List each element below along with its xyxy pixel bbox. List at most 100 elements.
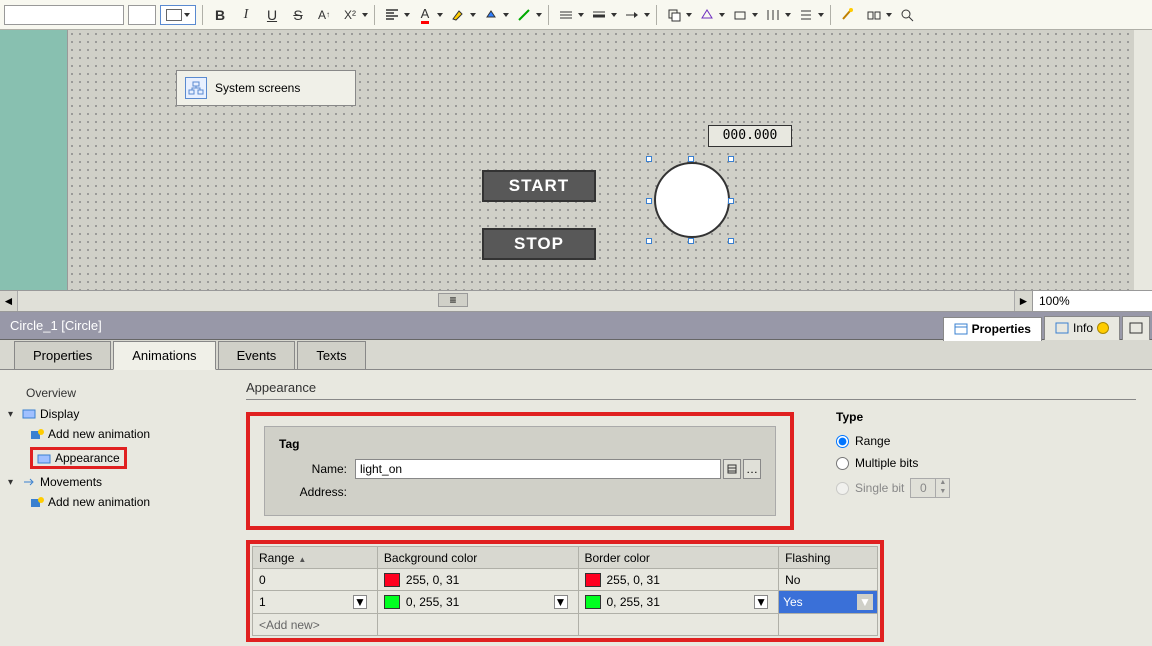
fill-color-button[interactable] <box>480 4 502 26</box>
tag-list-button[interactable] <box>723 459 741 479</box>
appearance-table-highlight: Range Background color Border color Flas… <box>246 540 884 642</box>
line-color-button[interactable] <box>513 4 535 26</box>
table-row[interactable]: 0 255, 0, 31 255, 0, 31 No <box>253 569 878 591</box>
object-title-bar: Circle_1 [Circle] Properties Info <box>0 312 1152 340</box>
tree-add-animation-1[interactable]: Add new animation <box>30 424 222 444</box>
layer-button[interactable] <box>663 4 685 26</box>
selection-handle[interactable] <box>646 156 652 162</box>
screens-icon <box>185 77 207 99</box>
table-row[interactable]: 1▼ 0, 255, 31▼ 0, 255, 31▼ Yes▼ <box>253 591 878 614</box>
tag-browse-button[interactable]: … <box>743 459 761 479</box>
col-range[interactable]: Range <box>253 547 378 569</box>
collapse-icon[interactable]: ▾ <box>8 477 18 488</box>
font-style-button[interactable]: X² <box>339 4 361 26</box>
type-range-option[interactable]: Range <box>836 434 950 448</box>
group-button[interactable] <box>863 4 885 26</box>
dropdown-icon[interactable]: ▼ <box>857 594 873 610</box>
dropdown-icon <box>184 13 190 17</box>
appearance-table[interactable]: Range Background color Border color Flas… <box>252 546 878 636</box>
single-bit-spinner: ▲▼ <box>910 478 950 498</box>
find-button[interactable] <box>896 4 918 26</box>
font-name-combo[interactable] <box>4 5 124 25</box>
selection-handle[interactable] <box>728 156 734 162</box>
arrange-button[interactable] <box>729 4 751 26</box>
font-increase-button[interactable]: A↑ <box>313 4 335 26</box>
start-button[interactable]: START <box>482 170 596 202</box>
tag-group-title: Tag <box>279 437 761 451</box>
zoom-combo[interactable] <box>1032 291 1152 311</box>
selection-handle[interactable] <box>688 156 694 162</box>
inspector-tab-properties[interactable]: Properties <box>943 317 1042 341</box>
type-multiple-bits-radio[interactable] <box>836 457 849 470</box>
subtab-events[interactable]: Events <box>218 341 296 369</box>
bold-button[interactable]: B <box>209 4 231 26</box>
col-flash[interactable]: Flashing <box>779 547 878 569</box>
col-bg[interactable]: Background color <box>377 547 578 569</box>
format-toolbar: B I U S A↑ X² A <box>0 0 1152 30</box>
section-title: Appearance <box>246 380 1136 395</box>
scroll-left-icon[interactable]: ◄ <box>0 291 18 311</box>
tree-display[interactable]: ▾ Display <box>8 404 222 424</box>
tree-movements[interactable]: ▾ Movements <box>8 472 222 492</box>
design-canvas[interactable]: System screens 000.000 START STOP <box>68 30 1134 290</box>
tag-name-label: Name: <box>279 462 355 476</box>
tree-add-animation-2[interactable]: Add new animation <box>30 492 222 512</box>
selection-handle[interactable] <box>728 198 734 204</box>
table-add-new-row[interactable]: <Add new> <box>253 614 878 636</box>
shadow-button[interactable] <box>696 4 718 26</box>
circle-object[interactable] <box>654 162 730 238</box>
movements-icon <box>22 476 36 488</box>
type-range-radio[interactable] <box>836 435 849 448</box>
dropdown-icon[interactable]: ▼ <box>353 595 367 609</box>
stop-button[interactable]: STOP <box>482 228 596 260</box>
highlight-button[interactable] <box>447 4 469 26</box>
color-swatch-icon <box>384 595 400 609</box>
add-icon <box>30 428 44 440</box>
type-group: Type Range Multiple bits Single bit ▲▼ <box>836 410 950 506</box>
selection-handle[interactable] <box>646 238 652 244</box>
subtab-properties[interactable]: Properties <box>14 341 111 369</box>
font-size-combo[interactable] <box>128 5 156 25</box>
col-border[interactable]: Border color <box>578 547 779 569</box>
inspector-tab-info[interactable]: Info <box>1044 316 1120 340</box>
line-end-button[interactable] <box>621 4 643 26</box>
tag-name-input[interactable] <box>355 459 721 479</box>
zoom-input[interactable] <box>1039 294 1099 308</box>
info-icon <box>1055 322 1069 334</box>
subtab-animations[interactable]: Animations <box>113 341 215 370</box>
tree-appearance[interactable]: Appearance <box>30 444 222 472</box>
text-color-button[interactable]: A <box>414 4 436 26</box>
color-picker[interactable] <box>160 5 196 25</box>
color-swatch-icon <box>166 9 182 21</box>
scroll-thumb[interactable]: ≡ <box>438 293 468 307</box>
align-left-button[interactable] <box>381 4 403 26</box>
tree-overview[interactable]: Overview <box>8 382 222 404</box>
subtab-row: Properties Animations Events Texts <box>0 340 1152 370</box>
display-icon <box>22 408 36 420</box>
scroll-right-icon[interactable]: ► <box>1014 291 1032 311</box>
line-width-button[interactable] <box>588 4 610 26</box>
selection-handle[interactable] <box>688 238 694 244</box>
type-group-title: Type <box>836 410 950 424</box>
type-multiple-bits-option[interactable]: Multiple bits <box>836 456 950 470</box>
dropdown-icon[interactable]: ▼ <box>754 595 768 609</box>
line-style-button[interactable] <box>555 4 577 26</box>
numeric-io-field[interactable]: 000.000 <box>708 125 792 147</box>
distribute-v-button[interactable] <box>795 4 817 26</box>
underline-button[interactable]: U <box>261 4 283 26</box>
selection-handle[interactable] <box>646 198 652 204</box>
subtab-texts[interactable]: Texts <box>297 341 365 369</box>
distribute-h-button[interactable] <box>762 4 784 26</box>
italic-button[interactable]: I <box>235 4 257 26</box>
inspector-tab-diag[interactable] <box>1122 316 1150 340</box>
dropdown-icon[interactable]: ▼ <box>554 595 568 609</box>
animation-tree: Overview ▾ Display Add new animation App… <box>0 370 230 646</box>
tag-group-highlight: Tag Name: … Address: <box>246 412 794 530</box>
horizontal-scrollbar[interactable]: ◄ ≡ ► <box>0 291 1032 311</box>
teal-margin <box>0 30 68 290</box>
strikethrough-button[interactable]: S <box>287 4 309 26</box>
selection-handle[interactable] <box>728 238 734 244</box>
system-screens-button[interactable]: System screens <box>176 70 356 106</box>
collapse-icon[interactable]: ▾ <box>8 409 18 420</box>
brush-button[interactable] <box>837 4 859 26</box>
